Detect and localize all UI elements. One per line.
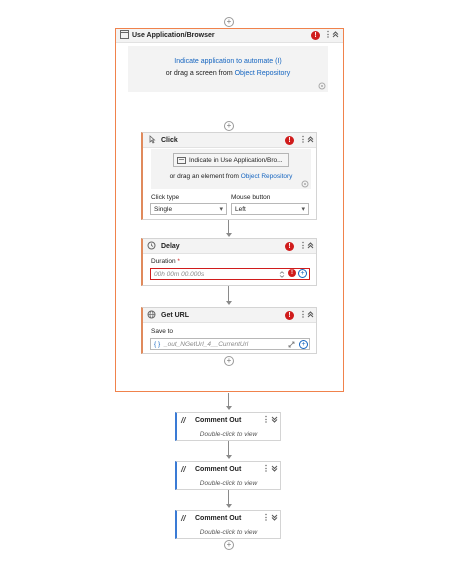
save-to-input[interactable]: { } _out_NGetUrl_4__CurrentUrl +	[150, 338, 310, 350]
comment-hint: Double-click to view	[199, 480, 258, 487]
connector-line	[228, 393, 229, 407]
click-activity-card[interactable]: Click ! ⋮ Indicate in Use Application/Br…	[141, 132, 317, 220]
click-collapse-icon[interactable]	[306, 136, 315, 145]
save-to-label: Save to	[151, 328, 174, 335]
globe-icon	[146, 310, 156, 320]
comment-hint: Double-click to view	[199, 431, 258, 438]
comment-out-card-2[interactable]: // Comment Out ⋮ Double-click to view	[175, 461, 281, 490]
connector-line	[228, 441, 229, 456]
error-icon[interactable]: !	[311, 31, 320, 40]
comment-more-options-icon[interactable]: ⋮	[262, 465, 270, 473]
get-url-error-icon[interactable]: !	[285, 311, 294, 320]
required-mark: *	[177, 258, 180, 265]
comment-out-card-3[interactable]: // Comment Out ⋮ Double-click to view	[175, 510, 281, 539]
click-type-dropdown[interactable]: Single ▾	[150, 203, 227, 215]
delay-more-options-icon[interactable]: ⋮	[299, 242, 307, 250]
connector-arrow	[225, 301, 232, 305]
click-card-header: Click ! ⋮	[143, 133, 316, 148]
comment-more-options-icon[interactable]: ⋮	[262, 416, 270, 424]
mouse-button-value: Left	[235, 206, 246, 213]
add-activity-button-inner-bottom[interactable]: +	[224, 356, 234, 366]
get-url-more-options-icon[interactable]: ⋮	[299, 311, 307, 319]
connector-arrow	[225, 504, 232, 508]
clock-icon	[146, 241, 156, 251]
indicate-application-link[interactable]: Indicate application to automate (I)	[128, 58, 328, 65]
collapse-icon[interactable]	[331, 31, 340, 40]
connector-arrow	[225, 233, 232, 237]
click-title: Click	[161, 137, 178, 144]
card-title: Use Application/Browser	[132, 32, 215, 39]
comment-icon: //	[181, 465, 186, 474]
expand-editor-icon[interactable]	[279, 271, 285, 280]
duration-label-text: Duration	[151, 258, 176, 265]
comment-out-card-1[interactable]: // Comment Out ⋮ Double-click to view	[175, 412, 281, 441]
comment-more-options-icon[interactable]: ⋮	[262, 514, 270, 522]
delay-error-icon[interactable]: !	[285, 242, 294, 251]
expand-editor-icon[interactable]	[288, 341, 295, 350]
indicate-element-label: Indicate in Use Application/Bro...	[189, 157, 283, 164]
target-icon	[177, 156, 186, 167]
duration-placeholder: 00h 00m 00.000s	[154, 271, 205, 278]
comment-expand-icon[interactable]	[270, 416, 279, 425]
delay-activity-card[interactable]: Delay ! ⋮ Duration * 00h 00m 00.000s ! +	[141, 238, 317, 286]
click-object-repository-link[interactable]: Object Repository	[241, 173, 293, 180]
comment-title: Comment Out	[195, 466, 242, 473]
get-url-activity-card[interactable]: Get URL ! ⋮ Save to { } _out_NGetUrl_4__…	[141, 307, 317, 354]
drag-element-hint: or drag an element from Object Repositor…	[151, 173, 311, 180]
delay-card-header: Delay ! ⋮	[143, 239, 316, 254]
comment-icon: //	[181, 416, 186, 425]
click-indicate-area[interactable]: Indicate in Use Application/Bro... or dr…	[151, 149, 311, 189]
connector-arrow	[225, 455, 232, 459]
indicate-application-area[interactable]: Indicate application to automate (I) or …	[128, 46, 328, 92]
mouse-button-dropdown[interactable]: Left ▾	[231, 203, 309, 215]
drag-screen-hint: or drag a screen from Object Repository	[128, 70, 328, 77]
connector-line	[228, 490, 229, 505]
click-icon	[146, 135, 156, 145]
duration-add-variable-button[interactable]: +	[298, 269, 307, 278]
get-url-card-header: Get URL ! ⋮	[143, 308, 316, 323]
comment-title: Comment Out	[195, 515, 242, 522]
comment-expand-icon[interactable]	[270, 514, 279, 523]
delay-title: Delay	[161, 243, 180, 250]
chevron-down-icon: ▾	[219, 206, 223, 213]
click-type-label: Click type	[151, 194, 180, 201]
duration-error-icon[interactable]: !	[288, 269, 296, 277]
get-url-collapse-icon[interactable]	[306, 311, 315, 320]
click-more-options-icon[interactable]: ⋮	[299, 136, 307, 144]
connector-arrow	[225, 406, 232, 410]
comment-expand-icon[interactable]	[270, 465, 279, 474]
variable-icon: { }	[154, 341, 161, 348]
add-variable-button[interactable]: +	[299, 340, 308, 349]
add-activity-button-bottom[interactable]: +	[224, 540, 234, 550]
click-error-icon[interactable]: !	[285, 136, 294, 145]
object-repository-link[interactable]: Object Repository	[235, 70, 291, 77]
delay-collapse-icon[interactable]	[306, 242, 315, 251]
click-object-repository-icon[interactable]	[301, 180, 309, 190]
get-url-title: Get URL	[161, 312, 189, 319]
add-activity-button-inner[interactable]: +	[224, 121, 234, 131]
indicate-element-button[interactable]: Indicate in Use Application/Bro...	[173, 153, 289, 167]
browser-icon	[119, 30, 129, 40]
connector-line	[228, 286, 229, 302]
click-type-value: Single	[154, 206, 173, 213]
mouse-button-label: Mouse button	[231, 194, 271, 201]
chevron-down-icon: ▾	[301, 206, 305, 213]
comment-icon: //	[181, 514, 186, 523]
drag-element-prefix: or drag an element from	[169, 173, 239, 180]
duration-label: Duration *	[151, 258, 180, 265]
comment-title: Comment Out	[195, 417, 242, 424]
more-options-icon[interactable]: ⋮	[324, 31, 332, 39]
drag-screen-prefix: or drag a screen from	[165, 70, 233, 77]
connector-line	[228, 220, 229, 234]
save-to-value: _out_NGetUrl_4__CurrentUrl	[164, 341, 249, 348]
comment-hint: Double-click to view	[199, 529, 258, 536]
duration-input[interactable]: 00h 00m 00.000s	[150, 268, 310, 280]
object-repository-icon[interactable]	[318, 82, 326, 92]
card-header: Use Application/Browser ! ⋮	[116, 29, 343, 43]
add-activity-button-top[interactable]: +	[224, 17, 234, 27]
